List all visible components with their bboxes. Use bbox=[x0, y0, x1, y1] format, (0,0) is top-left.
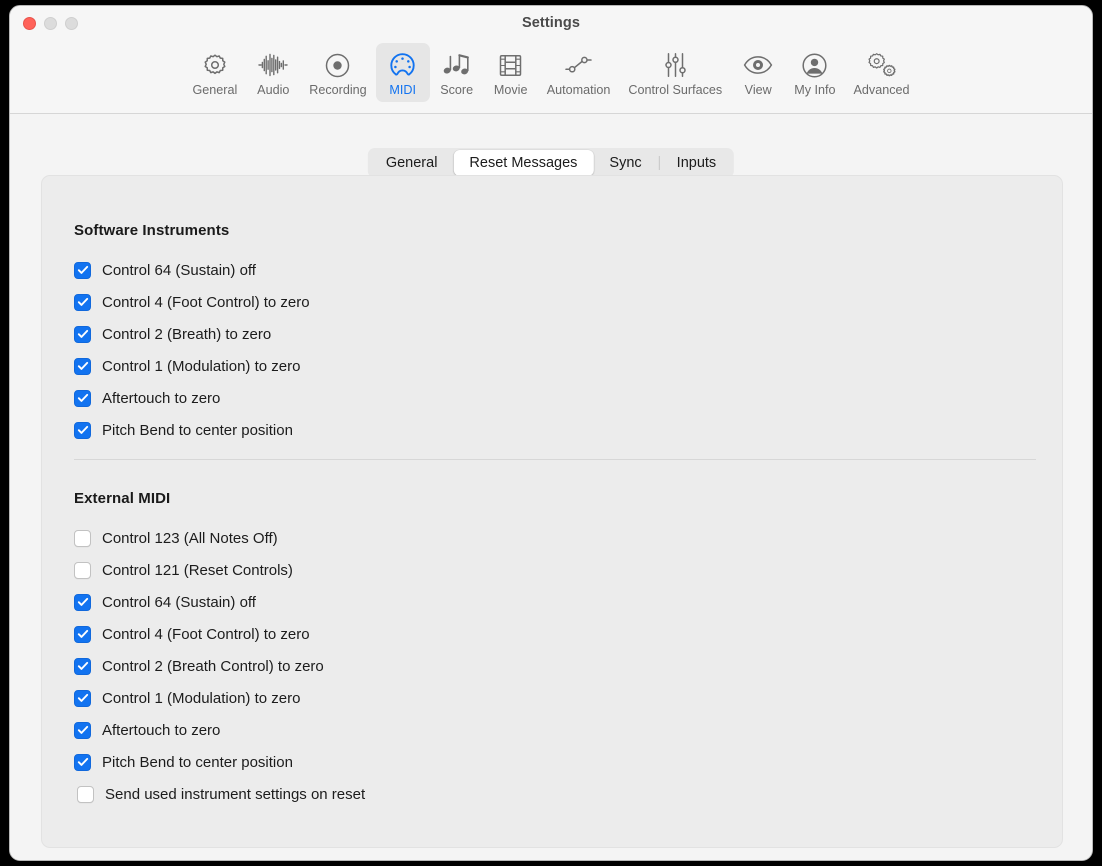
checkbox-list: Control 64 (Sustain) off Control 4 (Foot … bbox=[74, 254, 310, 446]
checkbox-list: Control 123 (All Notes Off) Control 121 (… bbox=[74, 522, 365, 810]
checkbox-checked[interactable] bbox=[74, 389, 91, 407]
film-strip-icon bbox=[498, 49, 523, 81]
toolbar-item-label: Audio bbox=[257, 83, 290, 97]
toolbar-item-score[interactable]: Score bbox=[430, 43, 484, 102]
person-circle-icon bbox=[801, 49, 828, 81]
checkbox-label: Control 121 (Reset Controls) bbox=[102, 561, 293, 579]
music-notes-icon bbox=[442, 49, 472, 81]
toolbar-item-audio[interactable]: Audio bbox=[246, 43, 300, 102]
checkbox-label: Control 64 (Sustain) off bbox=[102, 261, 256, 279]
toolbar-item-label: Recording bbox=[309, 83, 367, 97]
settings-window: Settings General Audio Recording MIDI Sc… bbox=[9, 5, 1093, 861]
checkbox-row[interactable]: Control 4 (Foot Control) to zero bbox=[74, 286, 310, 318]
checkbox-checked[interactable] bbox=[74, 357, 91, 375]
checkbox-row[interactable]: Aftertouch to zero bbox=[74, 382, 310, 414]
settings-body: General Reset Messages Sync Inputs Software… bbox=[10, 114, 1092, 860]
window-title: Settings bbox=[522, 15, 580, 31]
toolbar-item-label: General bbox=[192, 83, 238, 97]
toolbar-item-label: MIDI bbox=[389, 83, 416, 97]
checkbox-row[interactable]: Pitch Bend to center position bbox=[74, 414, 310, 446]
tab-inputs[interactable]: Inputs bbox=[661, 150, 733, 176]
toolbar-item-label: Advanced bbox=[853, 83, 910, 97]
checkbox-label: Send used instrument settings on reset bbox=[105, 785, 366, 803]
checkbox-row[interactable]: Aftertouch to zero bbox=[74, 714, 365, 746]
checkbox-checked[interactable] bbox=[74, 689, 91, 707]
toolbar-item-control-surfaces[interactable]: Control Surfaces bbox=[619, 43, 731, 102]
section-divider bbox=[74, 459, 1036, 460]
checkbox-checked[interactable] bbox=[74, 593, 91, 611]
automation-node-icon bbox=[564, 49, 594, 81]
double-gear-icon bbox=[867, 49, 897, 81]
record-circle-icon bbox=[324, 49, 351, 81]
checkbox-checked[interactable] bbox=[74, 293, 91, 311]
sliders-icon bbox=[662, 49, 689, 81]
checkbox-label: Control 1 (Modulation) to zero bbox=[102, 357, 301, 375]
tab-reset-messages[interactable]: Reset Messages bbox=[453, 150, 594, 176]
section-title-external-midi: External MIDI bbox=[74, 490, 171, 507]
toolbar-item-label: Control Surfaces bbox=[628, 83, 723, 97]
toolbar-item-midi[interactable]: MIDI bbox=[375, 43, 430, 102]
checkbox-label: Control 1 (Modulation) to zero bbox=[102, 689, 301, 707]
title-bar: Settings General Audio Recording MIDI Sc… bbox=[10, 6, 1092, 114]
checkbox-unchecked[interactable] bbox=[74, 561, 91, 579]
toolbar-item-label: My Info bbox=[794, 83, 836, 97]
checkbox-checked[interactable] bbox=[74, 721, 91, 739]
tab-general[interactable]: General bbox=[370, 150, 454, 176]
tab-separator bbox=[658, 156, 660, 170]
checkbox-checked[interactable] bbox=[74, 421, 91, 439]
waveform-icon bbox=[258, 49, 288, 81]
section-title-software-instruments: Software Instruments bbox=[74, 222, 230, 239]
checkbox-label: Control 4 (Foot Control) to zero bbox=[102, 293, 310, 311]
checkbox-label: Aftertouch to zero bbox=[102, 721, 221, 739]
checkbox-row[interactable]: Control 2 (Breath Control) to zero bbox=[74, 650, 365, 682]
gear-icon bbox=[202, 49, 228, 81]
checkbox-row[interactable]: Pitch Bend to center position bbox=[74, 746, 365, 778]
checkbox-row[interactable]: Control 64 (Sustain) off bbox=[74, 254, 310, 286]
checkbox-row[interactable]: Control 123 (All Notes Off) bbox=[74, 522, 365, 554]
checkbox-checked[interactable] bbox=[74, 625, 91, 643]
tab-bar: General Reset Messages Sync Inputs bbox=[367, 148, 735, 178]
checkbox-row[interactable]: Control 121 (Reset Controls) bbox=[74, 554, 365, 586]
tab-sync[interactable]: Sync bbox=[593, 150, 657, 176]
toolbar-item-recording[interactable]: Recording bbox=[300, 43, 375, 102]
checkbox-row[interactable]: Control 2 (Breath) to zero bbox=[74, 318, 310, 350]
checkbox-unchecked[interactable] bbox=[74, 529, 91, 547]
checkbox-checked[interactable] bbox=[74, 261, 91, 279]
checkbox-label: Control 4 (Foot Control) to zero bbox=[102, 625, 310, 643]
settings-toolbar: General Audio Recording MIDI Score Movie… bbox=[10, 43, 1092, 111]
checkbox-row[interactable]: Control 1 (Modulation) to zero bbox=[74, 682, 365, 714]
toolbar-item-advanced[interactable]: Advanced bbox=[845, 43, 919, 102]
checkbox-label: Control 64 (Sustain) off bbox=[102, 593, 256, 611]
checkbox-row[interactable]: Control 1 (Modulation) to zero bbox=[74, 350, 310, 382]
checkbox-label: Pitch Bend to center position bbox=[102, 753, 293, 771]
reset-messages-panel: Software Instruments Control 64 (Sustain)… bbox=[41, 175, 1063, 848]
checkbox-checked[interactable] bbox=[74, 657, 91, 675]
midi-connector-icon bbox=[389, 49, 416, 81]
checkbox-row[interactable]: Send used instrument settings on reset bbox=[77, 778, 365, 810]
checkbox-label: Control 2 (Breath Control) to zero bbox=[102, 657, 324, 675]
checkbox-label: Aftertouch to zero bbox=[102, 389, 221, 407]
checkbox-row[interactable]: Control 64 (Sustain) off bbox=[74, 586, 365, 618]
toolbar-item-view[interactable]: View bbox=[731, 43, 785, 102]
toolbar-item-label: Movie bbox=[493, 83, 528, 97]
checkbox-label: Control 2 (Breath) to zero bbox=[102, 325, 272, 343]
checkbox-unchecked[interactable] bbox=[77, 785, 94, 803]
toolbar-item-movie[interactable]: Movie bbox=[484, 43, 538, 102]
checkbox-label: Pitch Bend to center position bbox=[102, 421, 293, 439]
checkbox-checked[interactable] bbox=[74, 325, 91, 343]
checkbox-checked[interactable] bbox=[74, 753, 91, 771]
eye-icon bbox=[743, 49, 773, 81]
toolbar-item-label: Automation bbox=[546, 83, 611, 97]
toolbar-item-my-info[interactable]: My Info bbox=[785, 43, 844, 102]
toolbar-item-label: View bbox=[744, 83, 772, 97]
checkbox-row[interactable]: Control 4 (Foot Control) to zero bbox=[74, 618, 365, 650]
toolbar-item-general[interactable]: General bbox=[183, 43, 246, 102]
checkbox-label: Control 123 (All Notes Off) bbox=[102, 529, 278, 547]
toolbar-item-label: Score bbox=[440, 83, 474, 97]
toolbar-item-automation[interactable]: Automation bbox=[538, 43, 620, 102]
